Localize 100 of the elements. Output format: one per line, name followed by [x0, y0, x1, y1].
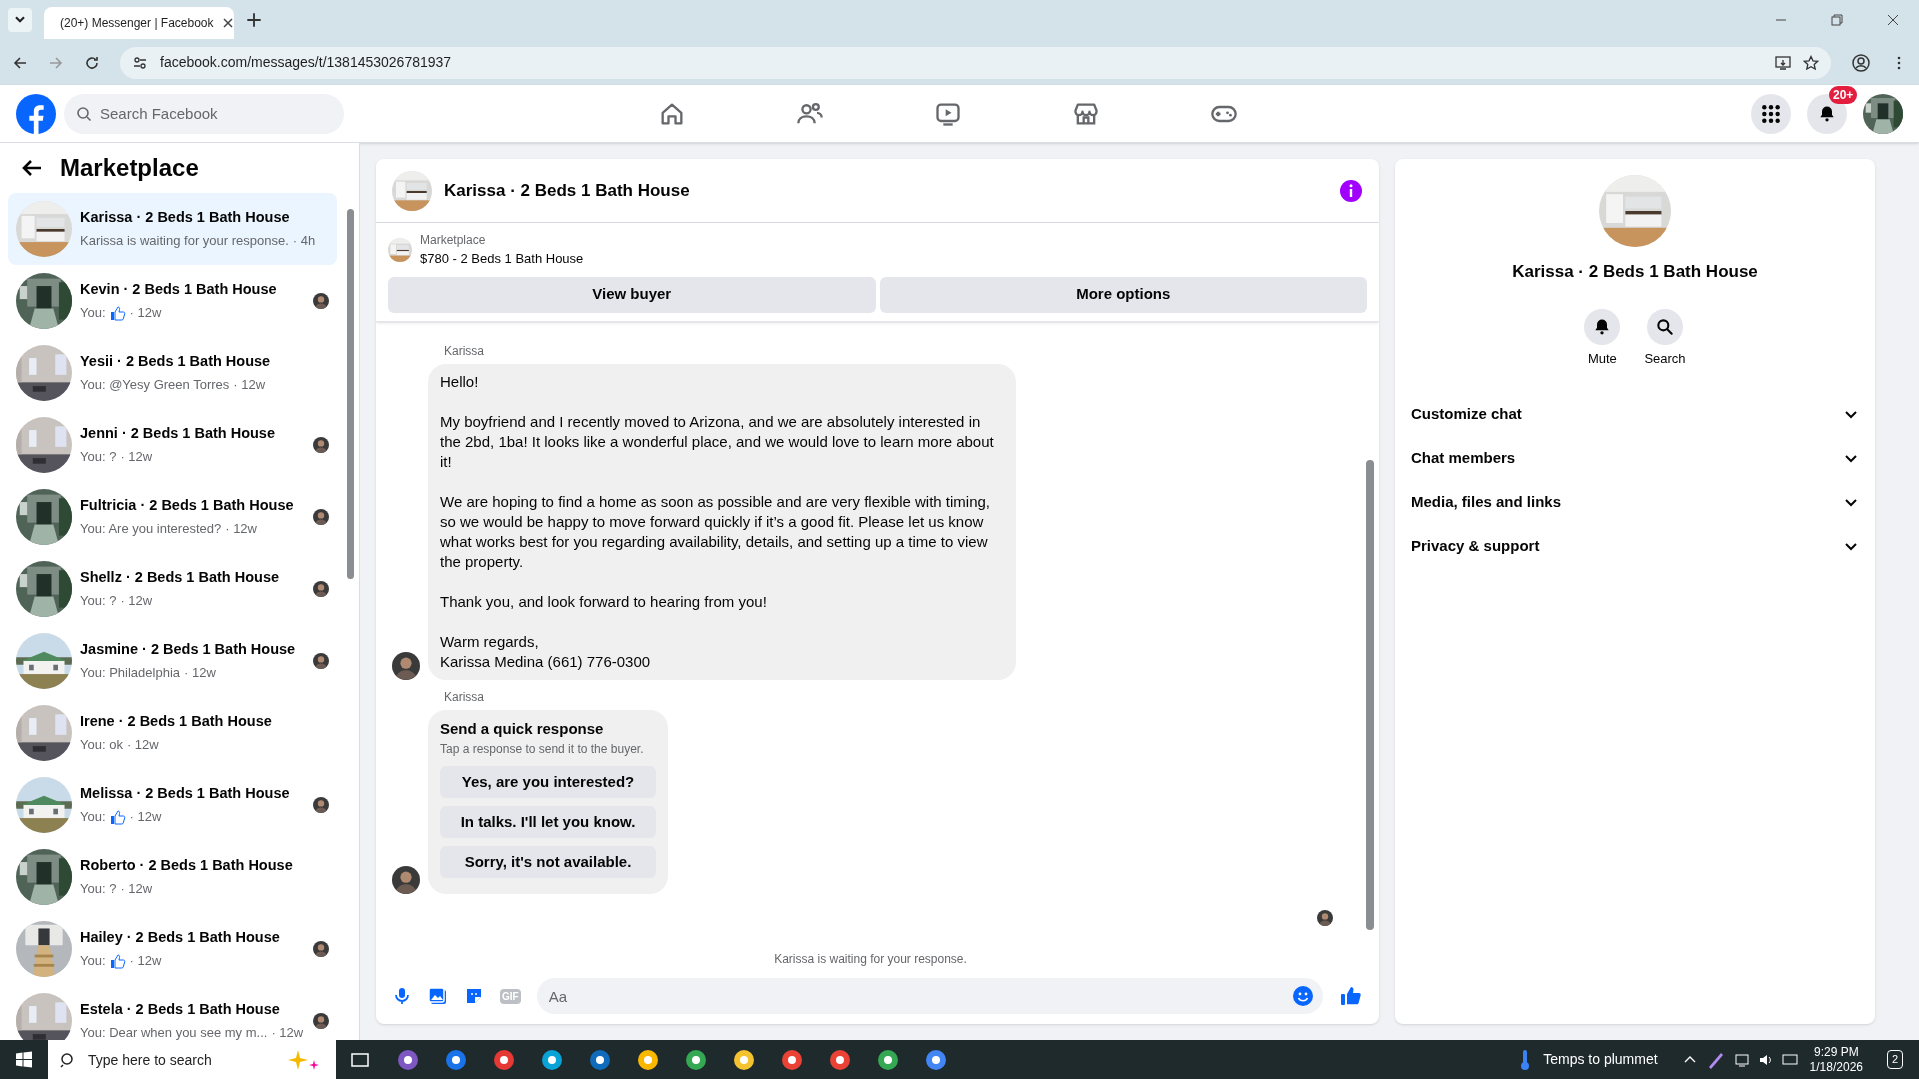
- back-icon[interactable]: [12, 54, 28, 71]
- message-preview: You: Are you interested?: [80, 520, 222, 539]
- reload-icon[interactable]: [84, 54, 100, 71]
- conversation-item[interactable]: Hailey · 2 Beds 1 Bath House You: · 12w: [8, 913, 337, 985]
- conversation-item[interactable]: Karissa · 2 Beds 1 Bath House Karissa is waiting for your response. · 4h: [8, 193, 337, 265]
- info-icon[interactable]: [1339, 178, 1363, 203]
- mute-button[interactable]: [1584, 308, 1621, 345]
- action-button[interactable]: View buyer: [388, 276, 876, 313]
- install-icon[interactable]: [1775, 54, 1791, 71]
- conversation-title: Irene · 2 Beds 1 Bath House: [80, 712, 273, 732]
- search-icon: [76, 105, 92, 122]
- search-field[interactable]: Search Facebook: [64, 93, 344, 134]
- timestamp: · 12w: [129, 304, 162, 323]
- section-header[interactable]: Privacy & support: [1395, 524, 1875, 568]
- conversation-name: Karissa · 2 Beds 1 Bath House: [1512, 261, 1758, 283]
- emoji-icon[interactable]: [1291, 984, 1315, 1008]
- sender-name: Karissa: [444, 688, 485, 706]
- listing-source: Marketplace: [420, 232, 487, 249]
- restore-icon[interactable]: [1831, 14, 1843, 26]
- conversation-item[interactable]: Roberto · 2 Beds 1 Bath House You: ? · 12w: [8, 841, 337, 913]
- timestamp: · 4h: [292, 232, 316, 251]
- sticker-icon[interactable]: [464, 986, 484, 1006]
- plus-icon[interactable]: [246, 12, 262, 28]
- quick-response-button[interactable]: Yes, are you interested?: [440, 766, 656, 798]
- clock-time: 9:29 PM: [1813, 1044, 1859, 1060]
- message-text: Warm regards, Karissa Medina (661) 776-0300: [440, 631, 652, 672]
- taskbar-search-field[interactable]: Type here to search: [48, 1040, 336, 1079]
- url-text: facebook.com/messages/t/1381453026781937: [160, 53, 453, 72]
- conversation-item[interactable]: Irene · 2 Beds 1 Bath House You: ok · 12w: [8, 697, 337, 769]
- timestamp: · 12w: [126, 736, 159, 755]
- scrollbar-thumb[interactable]: [346, 209, 354, 579]
- address-bar[interactable]: facebook.com/messages/t/1381453026781937: [120, 46, 1831, 79]
- message-preview: You: @Yesy Green Torres: [80, 376, 230, 395]
- avatar-icon: [313, 509, 329, 525]
- section-header[interactable]: Media, files and links: [1395, 480, 1875, 524]
- star-icon[interactable]: [1803, 54, 1819, 71]
- avatar-icon: [1317, 910, 1333, 926]
- message-input[interactable]: Aa: [536, 978, 1323, 1014]
- site-settings-icon[interactable]: [132, 54, 148, 71]
- browser-tab[interactable]: (20+) Messenger | Facebook: [44, 7, 234, 39]
- conversation-title: Jasmine · 2 Beds 1 Bath House: [80, 640, 297, 660]
- avatar-icon: [313, 941, 329, 957]
- message-text: Thank you, and look forward to hearing from you!: [440, 591, 768, 612]
- sender-name: Karissa: [444, 342, 485, 360]
- account-button[interactable]: [1863, 93, 1903, 134]
- quick-response-button[interactable]: In talks. I'll let you know.: [440, 806, 656, 838]
- card-heading: Send a quick response: [440, 718, 605, 739]
- thumbs-up-icon[interactable]: [1339, 984, 1363, 1008]
- avatar-icon: [313, 797, 329, 813]
- action-button[interactable]: More options: [879, 276, 1367, 313]
- page-title: Marketplace: [60, 153, 199, 183]
- avatar-icon: [313, 581, 329, 597]
- grid-icon: [1761, 103, 1781, 124]
- message-preview: You: ?: [80, 880, 117, 899]
- conversation-title: Jenni · 2 Beds 1 Bath House: [80, 424, 276, 444]
- conversation-item[interactable]: Melissa · 2 Beds 1 Bath House You: · 12w: [8, 769, 337, 841]
- facebook-logo-icon[interactable]: [16, 93, 56, 134]
- caret-down-icon[interactable]: [8, 8, 32, 32]
- notification-count: 2: [1886, 1050, 1904, 1069]
- timestamp: · 12w: [120, 880, 153, 899]
- action-label: Mute: [1587, 349, 1617, 368]
- conversation-item[interactable]: Shellz · 2 Beds 1 Bath House You: ? · 12w: [8, 553, 337, 625]
- close-icon[interactable]: [1887, 14, 1899, 26]
- search-icon: [60, 1052, 76, 1068]
- timestamp: · 12w: [120, 592, 153, 611]
- conversation-title: Shellz · 2 Beds 1 Bath House: [80, 568, 281, 588]
- search-button[interactable]: [1647, 308, 1683, 345]
- section-header[interactable]: Customize chat: [1395, 392, 1875, 436]
- conversation-item[interactable]: Jasmine · 2 Beds 1 Bath House You: Philadelphia · 12w: [8, 625, 337, 697]
- message-preview: You:: [80, 808, 106, 827]
- search-icon: [1655, 316, 1675, 337]
- message-text: Hello!: [440, 371, 480, 392]
- thumbs-up-icon: [109, 952, 126, 969]
- conversation-title: Kevin · 2 Beds 1 Bath House: [80, 280, 278, 300]
- conversation-item[interactable]: Jenni · 2 Beds 1 Bath House You: ? · 12w: [8, 409, 337, 481]
- message-preview: Karissa is waiting for your response.: [80, 232, 289, 251]
- quick-response-button[interactable]: Sorry, it's not available.: [440, 846, 656, 878]
- conversation-title: Hailey · 2 Beds 1 Bath House: [80, 928, 281, 948]
- message-preview: You: ok: [80, 736, 123, 755]
- conversation-item[interactable]: Kevin · 2 Beds 1 Bath House You: · 12w: [8, 265, 337, 337]
- timestamp: · 12w: [271, 1024, 304, 1040]
- microphone-icon[interactable]: [392, 986, 412, 1006]
- image-icon[interactable]: [428, 986, 448, 1006]
- conversation-item[interactable]: Fultricia · 2 Beds 1 Bath House You: Are you interested? · 12w: [8, 481, 337, 553]
- chat-title: Karissa · 2 Beds 1 Bath House: [444, 179, 691, 202]
- section-header[interactable]: Chat members: [1395, 436, 1875, 480]
- close-icon[interactable]: [221, 17, 234, 29]
- message-text: My boyfriend and I recently moved to Arizona, and we are absolutely interested in the 2bd, 1ba! It looks like a wonderful place, and we would love to learn more about it!: [440, 411, 995, 472]
- conversation-title: Fultricia · 2 Beds 1 Bath House: [80, 496, 295, 516]
- scrollbar-thumb[interactable]: [1366, 459, 1374, 930]
- notification-center-button[interactable]: 2: [1879, 1043, 1911, 1076]
- network-icon[interactable]: [1733, 1051, 1750, 1068]
- conversation-item[interactable]: Yesii · 2 Beds 1 Bath House You: @Yesy Green Torres · 12w: [8, 337, 337, 409]
- profile-icon[interactable]: [1851, 52, 1871, 73]
- avatar-icon: [313, 1013, 329, 1029]
- timestamp: · 12w: [129, 952, 162, 971]
- message-preview: You: Philadelphia: [80, 664, 180, 683]
- menu-button[interactable]: [1751, 93, 1791, 134]
- avatar-icon: [392, 866, 420, 894]
- monitor-icon[interactable]: [1781, 1051, 1798, 1068]
